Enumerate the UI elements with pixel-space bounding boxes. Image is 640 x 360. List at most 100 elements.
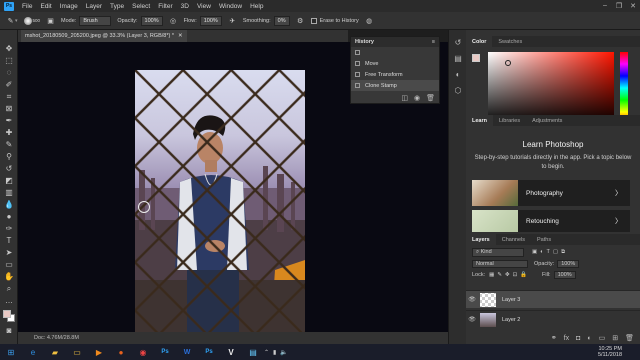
file-explorer-icon[interactable]: ▰ <box>44 344 66 360</box>
history-item-move[interactable]: Move <box>351 58 439 69</box>
taskbar-clock[interactable]: 10:25 PM 5/11/2018 <box>598 346 622 358</box>
quick-select-tool-icon[interactable]: ✐ <box>3 80 15 90</box>
learn-card-retouching[interactable]: Retouching 〉 <box>472 210 630 232</box>
dodge-tool-icon[interactable]: ● <box>3 212 15 222</box>
network-icon[interactable]: ▮ <box>273 349 276 356</box>
tab-learn[interactable]: Learn <box>466 115 493 126</box>
chrome-icon[interactable]: ◉ <box>132 344 154 360</box>
media-player-icon[interactable]: ▶ <box>88 344 110 360</box>
pen-tool-icon[interactable]: ✑ <box>3 224 15 234</box>
hue-slider[interactable] <box>620 52 628 124</box>
menu-window[interactable]: Window <box>215 3 246 10</box>
lock-icons[interactable]: ▦✎✥⊡🔒 <box>489 272 530 278</box>
color-picker-field[interactable] <box>488 52 614 124</box>
healing-brush-tool-icon[interactable]: ✚ <box>3 128 15 138</box>
close-icon[interactable]: ✕ <box>626 2 640 10</box>
move-tool-icon[interactable]: ✥ <box>3 44 15 54</box>
clone-stamp-tool-icon[interactable]: ⚲ <box>3 152 15 162</box>
visibility-eye-icon[interactable]: 👁 <box>466 316 478 323</box>
layer-filter-icons[interactable]: ▣◐T▢⧉ <box>532 249 568 256</box>
type-tool-icon[interactable]: T <box>3 236 15 246</box>
edit-toolbar-icon[interactable]: … <box>3 296 15 306</box>
delete-state-icon[interactable]: 🗑 <box>426 94 435 102</box>
close-document-icon[interactable]: ✕ <box>178 33 183 39</box>
layer-opacity-input[interactable]: 100% <box>557 259 580 268</box>
menu-file[interactable]: File <box>18 3 36 10</box>
menu-3d[interactable]: 3D <box>177 3 193 10</box>
mode-select[interactable]: Brush <box>79 15 112 26</box>
tab-swatches[interactable]: Swatches <box>492 36 528 47</box>
learn-card-photography[interactable]: Photography 〉 <box>472 180 630 206</box>
tab-adjustments[interactable]: Adjustments <box>526 115 568 126</box>
document-tab[interactable]: mshot_20180509_205200.jpeg @ 33.3% (Laye… <box>21 30 187 42</box>
eraser-tool-icon[interactable]: ◩ <box>3 176 15 186</box>
firefox-icon[interactable]: ● <box>110 344 132 360</box>
internet-explorer-icon[interactable]: e <box>22 344 44 360</box>
color-picker-cursor[interactable] <box>505 60 511 66</box>
tab-layers[interactable]: Layers <box>466 234 496 245</box>
layer-fill-input[interactable]: 100% <box>553 270 576 279</box>
new-snapshot-icon[interactable]: ◉ <box>414 94 420 102</box>
menu-filter[interactable]: Filter <box>154 3 176 10</box>
layer-row-layer-2[interactable]: 👁 Layer 2 <box>466 310 640 328</box>
styles-panel-icon[interactable]: ⬡ <box>453 86 463 96</box>
menu-layer[interactable]: Layer <box>82 3 106 10</box>
history-item-clone-stamp[interactable]: Clone Stamp <box>351 80 439 91</box>
visibility-eye-icon[interactable]: 👁 <box>466 296 478 303</box>
history-menu-icon[interactable]: ≡ <box>432 39 435 45</box>
brush-tool-icon[interactable]: ✎ <box>3 140 15 150</box>
blur-tool-icon[interactable]: 💧 <box>3 200 15 210</box>
layer-style-icon[interactable]: fx <box>564 335 569 342</box>
adjustment-layer-icon[interactable]: ◐ <box>587 335 591 342</box>
history-item-free-transform[interactable]: Free Transform <box>351 69 439 80</box>
lasso-tool-icon[interactable]: ◌ <box>3 68 15 78</box>
menu-type[interactable]: Type <box>106 3 128 10</box>
word-icon[interactable]: W <box>176 344 198 360</box>
new-document-from-state-icon[interactable]: ◫ <box>401 94 408 102</box>
photoshop-taskbar-icon-2[interactable]: Ps <box>198 344 220 360</box>
foreground-color-swatch[interactable] <box>3 310 11 318</box>
pressure-size-icon[interactable]: ◍ <box>365 16 374 25</box>
zoom-tool-icon[interactable]: ⌕ <box>3 284 15 294</box>
folder-icon[interactable]: ▭ <box>66 344 88 360</box>
tab-color[interactable]: Color <box>466 36 493 47</box>
properties-panel-icon[interactable]: ▤ <box>453 54 463 64</box>
menu-select[interactable]: Select <box>128 3 154 10</box>
document-image[interactable] <box>135 70 305 333</box>
minimize-icon[interactable]: – <box>598 2 612 10</box>
crop-tool-icon[interactable]: ⌗ <box>3 92 15 102</box>
add-mask-icon[interactable]: ◘ <box>576 335 580 342</box>
brush-preset-picker[interactable]: 500 <box>23 16 40 25</box>
eyedropper-tool-icon[interactable]: ✒ <box>3 116 15 126</box>
pressure-opacity-icon[interactable]: ◎ <box>169 16 178 25</box>
volume-icon[interactable]: 🔈 <box>280 349 287 356</box>
history-brush-tool-icon[interactable]: ↺ <box>3 164 15 174</box>
erase-to-history-checkbox[interactable] <box>310 17 317 24</box>
layer-filter-kind[interactable]: ⌕ Kind <box>472 248 524 257</box>
rectangle-tool-icon[interactable]: ▭ <box>3 260 15 270</box>
tray-arrow-icon[interactable]: ⌃ <box>264 349 269 356</box>
tab-paths[interactable]: Paths <box>531 234 557 245</box>
frame-tool-icon[interactable]: ⊠ <box>3 104 15 114</box>
new-layer-icon[interactable]: ⊞ <box>612 334 618 342</box>
photoshop-taskbar-icon[interactable]: Ps <box>154 344 176 360</box>
brush-settings-icon[interactable]: ▣ <box>46 16 55 25</box>
menu-view[interactable]: View <box>193 3 215 10</box>
tab-libraries[interactable]: Libraries <box>493 115 526 126</box>
gradient-tool-icon[interactable]: ▥ <box>3 188 15 198</box>
flow-input[interactable]: 100% <box>199 15 222 26</box>
smoothing-input[interactable]: 0% <box>273 15 290 26</box>
layer-row-layer-3[interactable]: 👁 Layer 3 <box>466 290 640 308</box>
menu-help[interactable]: Help <box>246 3 267 10</box>
smoothing-settings-icon[interactable]: ⚙ <box>296 16 305 25</box>
menu-edit[interactable]: Edit <box>36 3 55 10</box>
restore-icon[interactable]: ❐ <box>612 2 626 10</box>
menu-image[interactable]: Image <box>56 3 82 10</box>
adjustments-panel-icon[interactable]: ◐ <box>453 70 463 80</box>
delete-layer-icon[interactable]: 🗑 <box>625 334 634 342</box>
history-brush-tool-icon[interactable]: ✎ <box>6 16 15 25</box>
link-layers-icon[interactable]: ⚭ <box>551 334 557 342</box>
opacity-input[interactable]: 100% <box>140 15 163 26</box>
vegas-icon[interactable]: V <box>220 344 242 360</box>
path-selection-tool-icon[interactable]: ➤ <box>3 248 15 258</box>
